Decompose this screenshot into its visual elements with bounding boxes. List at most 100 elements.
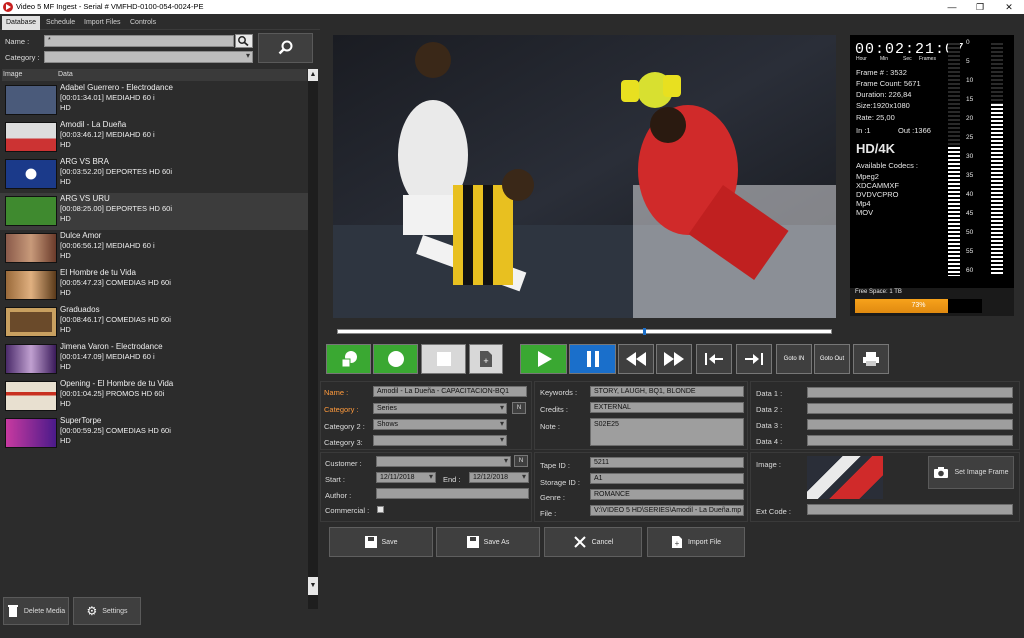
list-item[interactable]: ARG VS BRA [00:03:52.20] DEPORTES HD 60i…: [0, 156, 308, 193]
item-info: [00:05:47.23] COMEDIAS HD 60i: [60, 278, 171, 287]
audio-meter-right: [991, 41, 1003, 276]
set-image-frame-button[interactable]: Set Image Frame: [928, 456, 1014, 489]
tab-controls[interactable]: Controls: [126, 16, 160, 30]
fast-forward-button[interactable]: [656, 344, 692, 374]
tab-import-files[interactable]: Import Files: [80, 16, 125, 30]
list-item[interactable]: Opening - El Hombre de tu Vida [00:01:04…: [0, 378, 308, 415]
mark-in-icon: [705, 353, 723, 365]
data1-field[interactable]: [807, 387, 1013, 398]
list-item[interactable]: El Hombre de tu Vida [00:05:47.23] COMED…: [0, 267, 308, 304]
category-field[interactable]: Series: [373, 403, 507, 414]
settings-button[interactable]: ⚙ Settings: [73, 597, 141, 625]
name-search-input[interactable]: *: [44, 35, 234, 47]
customer-field[interactable]: [376, 456, 511, 467]
ext-code-label: Ext Code :: [756, 507, 792, 516]
mark-in-button[interactable]: [696, 344, 732, 374]
print-button[interactable]: [853, 344, 889, 374]
pause-button[interactable]: [569, 344, 616, 374]
list-item-selected[interactable]: ARG VS URU [00:08:25.00] DEPORTES HD 60i…: [0, 193, 308, 230]
item-info: [00:01:34.01] MEDIAHD 60 i: [60, 93, 155, 102]
commercial-label: Commercial :: [325, 506, 370, 515]
list-item[interactable]: Dulce Amor [00:06:56.12] MEDIAHD 60 i HD: [0, 230, 308, 267]
video-preview[interactable]: [333, 35, 836, 318]
window-title: Video 5 MF Ingest - Serial # VMFHD-0100-…: [16, 2, 204, 11]
record-button[interactable]: [373, 344, 418, 374]
rewind-icon: [626, 352, 646, 366]
timeline-slider[interactable]: [337, 328, 832, 335]
tab-database[interactable]: Database: [2, 16, 40, 30]
note-field[interactable]: S02E25: [590, 418, 744, 446]
data2-field[interactable]: [807, 403, 1013, 414]
item-title: Opening - El Hombre de tu Vida: [60, 379, 174, 388]
minimize-button[interactable]: —: [938, 0, 966, 14]
search-icon: [238, 36, 249, 47]
genre-field[interactable]: ROMANCE: [590, 489, 744, 500]
data4-field[interactable]: [807, 435, 1013, 446]
save-button[interactable]: Save: [329, 527, 433, 557]
mark-out-button[interactable]: [736, 344, 772, 374]
customer-label: Customer :: [325, 459, 362, 468]
ext-code-field[interactable]: [807, 504, 1013, 515]
start-date-field[interactable]: 12/11/2018: [376, 472, 436, 483]
item-info: [00:06:56.12] MEDIAHD 60 i: [60, 241, 155, 250]
goto-out-button[interactable]: Goto Out: [814, 344, 850, 374]
cancel-button[interactable]: Cancel: [544, 527, 642, 557]
format-label: HD/4K: [856, 141, 896, 156]
save-as-button[interactable]: Save As: [436, 527, 540, 557]
end-date-field[interactable]: 12/12/2018: [469, 472, 529, 483]
new-record-button[interactable]: [326, 344, 371, 374]
add-file-button[interactable]: +: [469, 344, 503, 374]
name-field-label: Name :: [324, 388, 349, 397]
search-icon-button[interactable]: [235, 34, 253, 48]
goto-in-button[interactable]: Goto IN: [776, 344, 812, 374]
author-field[interactable]: [376, 488, 529, 499]
list-scrollbar[interactable]: ▲ ▼: [308, 69, 318, 609]
list-item[interactable]: Adabel Guerrero - Electrodance [00:01:34…: [0, 82, 308, 119]
gear-icon: ⚙: [86, 604, 98, 618]
tape-id-field[interactable]: 5211: [590, 457, 744, 468]
tc-unit-min: Min: [880, 56, 889, 62]
tab-schedule[interactable]: Schedule: [42, 16, 79, 30]
commercial-checkbox[interactable]: [377, 506, 384, 513]
credits-field[interactable]: EXTERNAL: [590, 402, 744, 413]
keywords-field[interactable]: STORY, LAUGH, BQ1, BLONDE: [590, 386, 744, 397]
rewind-button[interactable]: [618, 344, 654, 374]
category2-field[interactable]: Shows: [373, 419, 507, 430]
stop-button[interactable]: [421, 344, 466, 374]
file-field[interactable]: V:\VIDEO 5 HD\SERIES\Amodil - La Dueña.m…: [590, 505, 744, 516]
scroll-down-icon[interactable]: ▼: [308, 577, 318, 595]
list-item[interactable]: Jimena Varon - Electrodance [00:01:47.09…: [0, 341, 308, 378]
info-panel: 00:02:21:07 Hour Min Sec Frames Frame # …: [850, 35, 1014, 288]
maximize-button[interactable]: ❐: [966, 0, 994, 14]
data1-label: Data 1 :: [756, 389, 783, 398]
timeline-playhead[interactable]: [642, 328, 646, 335]
close-button[interactable]: ✕: [995, 0, 1023, 14]
storage-id-field[interactable]: A1: [590, 473, 744, 484]
category-select[interactable]: [44, 51, 253, 63]
free-space-bar: 73%: [855, 299, 982, 313]
play-button[interactable]: [520, 344, 567, 374]
list-item[interactable]: Graduados [00:08:46.17] COMEDIAS HD 60i …: [0, 304, 308, 341]
data3-field[interactable]: [807, 419, 1013, 430]
scroll-up-icon[interactable]: ▲: [308, 69, 318, 81]
stop-icon: [436, 352, 451, 366]
audio-meter-left: [948, 41, 960, 276]
list-item[interactable]: SuperTorpe [00:00:59.25] COMEDIAS HD 60i…: [0, 415, 308, 452]
item-format: HD: [60, 325, 71, 334]
search-button[interactable]: [258, 33, 313, 63]
category-new-button[interactable]: N: [512, 402, 526, 414]
delete-media-button[interactable]: Delete Media: [3, 597, 69, 625]
audio-meter-left-level: [948, 146, 960, 276]
import-file-button[interactable]: + Import File: [647, 527, 745, 557]
tc-unit-hour: Hour: [856, 56, 867, 62]
meter-tick-label: 35: [966, 172, 974, 179]
svg-text:+: +: [483, 356, 488, 366]
list-item[interactable]: Amodil - La Dueña [00:03:46.12] MEDIAHD …: [0, 119, 308, 156]
customer-new-button[interactable]: N: [514, 455, 528, 467]
in-point: In :1: [856, 126, 871, 135]
category3-field[interactable]: [373, 435, 507, 446]
meter-tick-label: 45: [966, 210, 974, 217]
name-field[interactable]: Amodil - La Dueña - CAPACITACION-BQ1: [373, 386, 527, 397]
data4-label: Data 4 :: [756, 437, 783, 446]
item-title: Jimena Varon - Electrodance: [60, 342, 163, 351]
